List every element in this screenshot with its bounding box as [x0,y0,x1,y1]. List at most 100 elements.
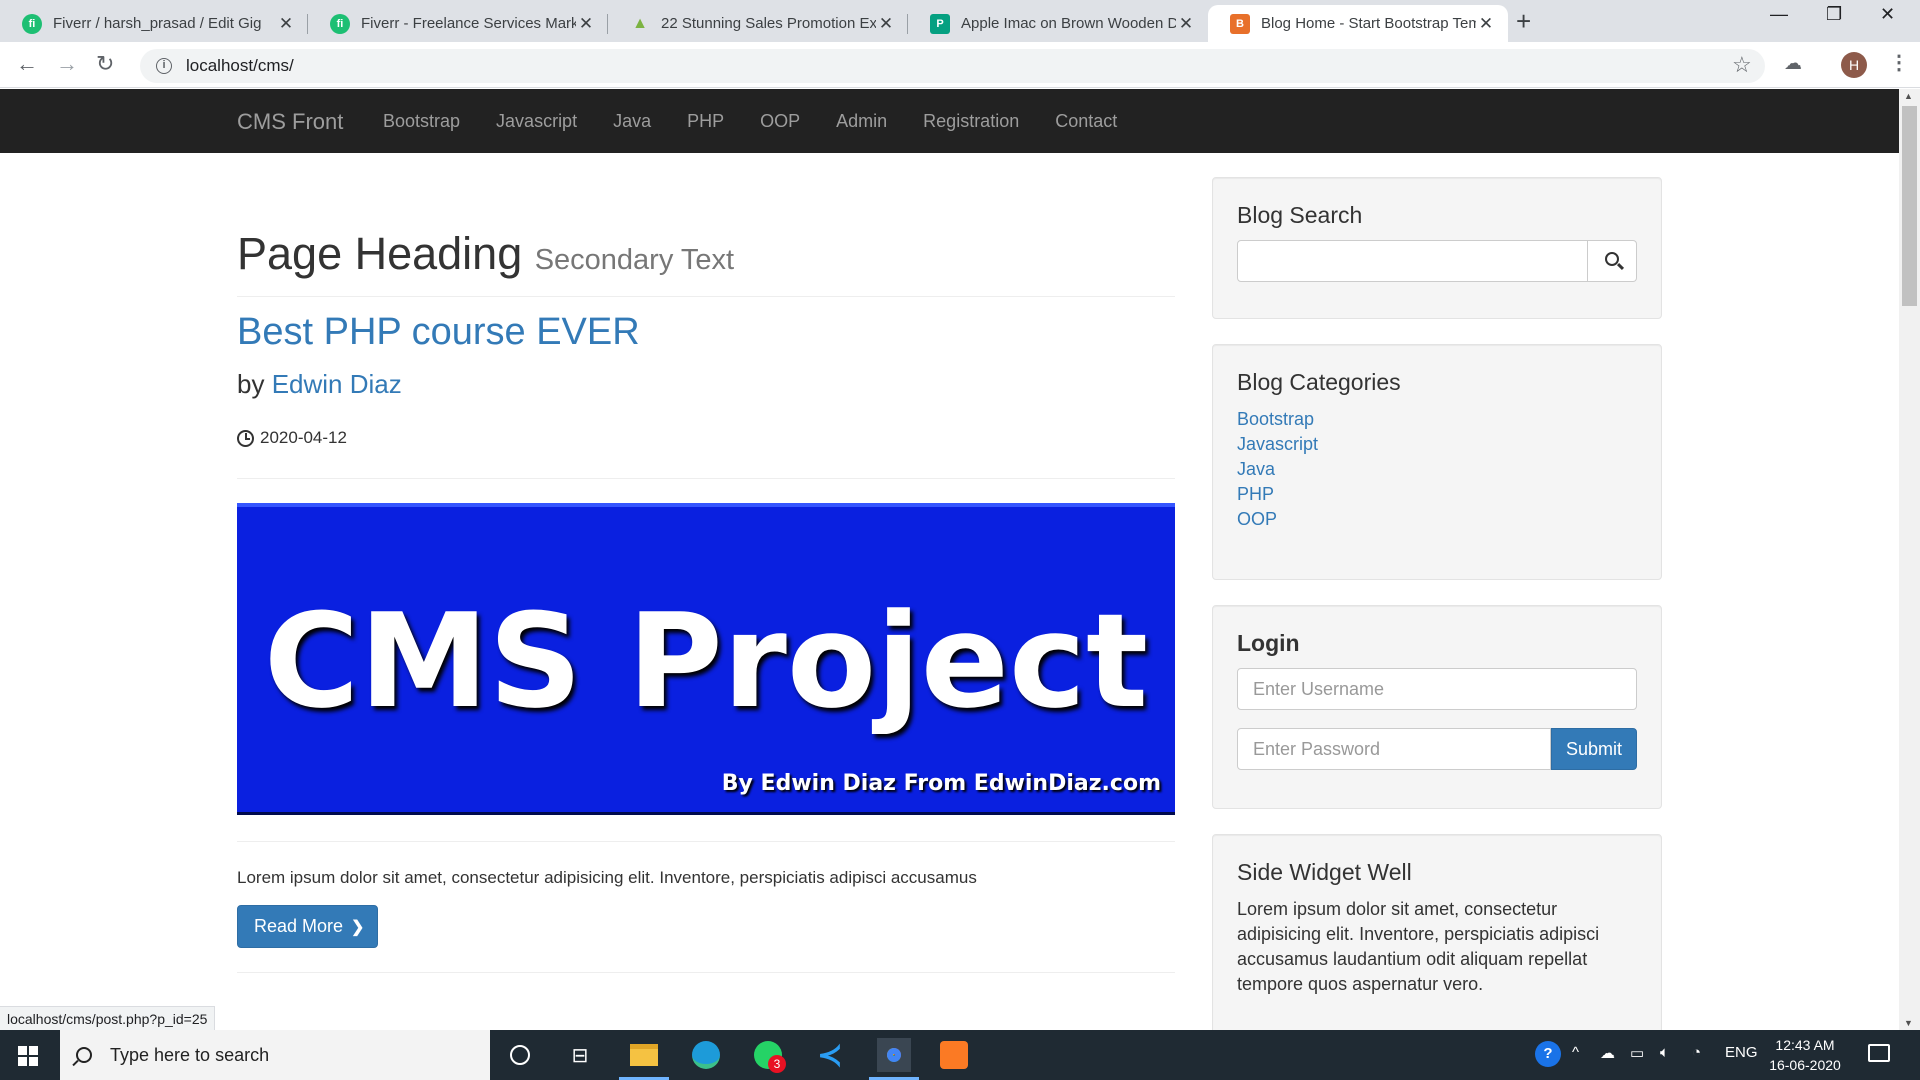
search-input[interactable] [1237,240,1588,282]
page-viewport: CMS Front Bootstrap Javascript Java PHP … [0,89,1920,1030]
battery-icon[interactable]: ▭ [1630,1044,1644,1062]
restore-icon[interactable]: ❐ [1826,4,1842,25]
post-date: 2020-04-12 [237,428,347,448]
category-link[interactable]: Bootstrap [1237,407,1637,432]
bookmark-star-icon[interactable]: ☆ [1732,52,1752,78]
nav-link-bootstrap[interactable]: Bootstrap [383,111,460,132]
chevron-up-icon[interactable]: ^ [1572,1044,1579,1061]
post-image[interactable]: CMS Project By Edwin Diaz From EdwinDiaz… [237,503,1175,815]
task-view-icon[interactable]: ⊟ [563,1038,597,1072]
browser-toolbar: ← → ↻ i localhost/cms/ ☆ ☁ H ⋮ [0,42,1920,88]
reload-icon[interactable]: ↻ [96,51,114,77]
forward-icon[interactable]: → [56,51,78,77]
author-link[interactable]: Edwin Diaz [272,369,402,399]
info-icon[interactable]: i [156,58,172,74]
browser-tab[interactable]: P Apple Imac on Brown Wooden Desk ✕ [908,5,1208,42]
nav-link-php[interactable]: PHP [687,111,724,132]
close-tab-icon[interactable]: ✕ [876,14,896,34]
clock-icon [237,429,254,447]
scroll-up-icon[interactable]: ▲ [1904,91,1913,101]
taskbar-search[interactable]: Type here to search [60,1030,490,1080]
submit-button[interactable]: Submit [1551,728,1637,770]
username-field[interactable]: Enter Username [1237,668,1637,710]
file-explorer-icon[interactable] [619,1038,669,1080]
notification-icon[interactable] [1868,1044,1890,1062]
new-tab-icon[interactable]: + [1516,6,1531,37]
post-date-text: 2020-04-12 [260,428,347,447]
close-window-icon[interactable]: ✕ [1880,4,1895,25]
nav-link-contact[interactable]: Contact [1055,111,1117,132]
side-widget-well: Side Widget Well Lorem ipsum dolor sit a… [1212,834,1662,1030]
whatsapp-icon[interactable]: 3 [751,1038,786,1073]
minimize-icon[interactable]: — [1770,4,1788,25]
widget-text: Lorem ipsum dolor sit amet, consectetur … [1237,899,1600,994]
tab-title: Fiverr / harsh_prasad / Edit Gig [53,15,262,32]
edge-icon[interactable] [689,1038,723,1072]
search-group [1237,240,1637,282]
divider [237,841,1175,842]
post-title-link[interactable]: Best PHP course EVER [237,311,640,354]
close-tab-icon[interactable]: ✕ [1176,14,1196,34]
chevron-right-icon: ❯ [351,918,365,936]
search-button[interactable] [1588,240,1637,282]
back-icon[interactable]: ← [16,51,38,77]
nav-link-registration[interactable]: Registration [923,111,1019,132]
close-tab-icon[interactable]: ✕ [576,14,596,34]
windows-start-icon[interactable] [18,1046,38,1066]
password-group: Enter Password Submit [1237,728,1637,770]
taskbar-clock[interactable]: 12:43 AM 16-06-2020 [1764,1035,1846,1075]
fiverr-icon: fi [330,13,350,34]
fiverr-icon: fi [22,13,42,34]
tab-strip: fi Fiverr / harsh_prasad / Edit Gig ✕ fi… [0,0,1920,42]
page-scrollbar[interactable]: ▲ ▼ [1899,89,1920,1030]
nav-link-java[interactable]: Java [613,111,651,132]
scrollbar-thumb[interactable] [1902,106,1917,306]
nav-link-javascript[interactable]: Javascript [496,111,577,132]
close-tab-icon[interactable]: ✕ [276,14,296,34]
status-bar-url: localhost/cms/post.php?p_id=25 [0,1006,216,1030]
category-list: Bootstrap Javascript Java PHP OOP [1237,407,1637,532]
volume-icon[interactable]: 🔈︎ [1660,1044,1669,1061]
tab-title: Fiverr - Freelance Services Marketplace [361,15,576,32]
read-more-label: Read More [254,916,344,936]
scroll-down-icon[interactable]: ▼ [1904,1018,1913,1028]
url-text: localhost/cms/ [186,56,294,75]
navbar-brand[interactable]: CMS Front [237,109,343,135]
search-icon [76,1047,92,1063]
help-icon[interactable]: ? [1535,1041,1561,1067]
divider [237,972,1175,973]
xampp-icon[interactable] [937,1038,971,1072]
close-tab-icon[interactable]: ✕ [1476,14,1496,34]
category-link[interactable]: OOP [1237,507,1637,532]
password-field[interactable]: Enter Password [1237,728,1551,770]
vscode-icon[interactable]: ≺ [813,1038,847,1072]
category-link[interactable]: Javascript [1237,432,1637,457]
browser-tab[interactable]: fi Fiverr / harsh_prasad / Edit Gig ✕ [0,5,308,42]
address-bar[interactable]: i localhost/cms/ [140,49,1765,83]
profile-avatar[interactable]: H [1841,52,1867,78]
nav-link-admin[interactable]: Admin [836,111,887,132]
cortana-icon[interactable] [503,1038,537,1072]
byline-prefix: by [237,369,265,399]
windows-taskbar: Type here to search ⊟ 3 ≺ ? ^ ☁ ▭ 🔈︎ ◔ E… [0,1030,1920,1080]
nav-link-oop[interactable]: OOP [760,111,800,132]
menu-kebab-icon[interactable]: ⋮ [1889,50,1909,75]
onedrive-icon[interactable]: ☁ [1600,1044,1615,1062]
browser-tab[interactable]: ▲ 22 Stunning Sales Promotion Examples ✕ [608,5,908,42]
browser-tab-active[interactable]: B Blog Home - Start Bootstrap Template ✕ [1208,5,1508,42]
chrome-icon[interactable] [869,1038,919,1080]
widget-title: Side Widget Well [1237,859,1412,885]
category-link[interactable]: PHP [1237,482,1637,507]
language-indicator[interactable]: ENG [1725,1044,1758,1061]
wifi-icon[interactable]: ◔ [1692,1044,1701,1061]
login-well: Login Enter Username Enter Password Subm… [1212,605,1662,809]
extension-icon[interactable]: ☁ [1784,53,1802,74]
read-more-button[interactable]: Read More ❯ [237,905,378,948]
search-icon [1605,252,1619,266]
category-link[interactable]: Java [1237,457,1637,482]
search-title: Blog Search [1237,202,1363,228]
browser-tab[interactable]: fi Fiverr - Freelance Services Marketpla… [308,5,608,42]
tab-title: Blog Home - Start Bootstrap Template [1261,15,1476,32]
whatsapp-badge: 3 [768,1055,786,1073]
search-well: Blog Search [1212,177,1662,319]
